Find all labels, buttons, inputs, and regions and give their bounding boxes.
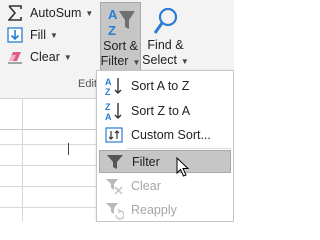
column-separator xyxy=(68,143,69,155)
find-select-label-2: Select ▼ xyxy=(142,53,189,67)
filter-label: Filter xyxy=(132,154,160,169)
menu-item-reapply[interactable]: Reapply xyxy=(99,198,231,221)
excel-editing-screen: AutoSum ▼ Fill ▼ Clear ▼ A Z Sort & Filt… xyxy=(0,0,234,222)
autosum-button[interactable]: AutoSum ▼ xyxy=(6,3,93,23)
custom-sort-icon xyxy=(103,125,125,145)
menu-item-filter[interactable]: Filter xyxy=(99,150,231,173)
fill-button[interactable]: Fill ▼ xyxy=(6,25,58,45)
menu-item-sort-a-to-z[interactable]: A Z Sort A to Z xyxy=(99,74,231,97)
svg-text:Z: Z xyxy=(108,23,116,38)
filter-funnel-icon xyxy=(104,152,126,172)
sort-z-to-a-icon: Z A xyxy=(103,101,125,121)
eraser-icon xyxy=(6,49,24,65)
menu-item-clear[interactable]: Clear xyxy=(99,174,231,197)
magnifier-icon xyxy=(151,4,181,38)
custom-sort-label: Custom Sort... xyxy=(131,127,211,142)
sort-filter-label-1: Sort & xyxy=(103,39,138,53)
mouse-pointer-icon xyxy=(176,156,190,177)
clear-button[interactable]: Clear ▼ xyxy=(6,47,72,67)
svg-text:A: A xyxy=(105,112,112,121)
svg-text:Z: Z xyxy=(105,102,111,112)
clear-filter-label: Clear xyxy=(131,178,161,193)
clear-label: Clear xyxy=(30,50,60,64)
fill-label: Fill xyxy=(30,28,46,42)
find-select-button[interactable]: Find & Select ▼ xyxy=(142,2,189,72)
chevron-down-icon: ▼ xyxy=(63,52,72,62)
reapply-filter-icon xyxy=(103,200,125,220)
sort-z-to-a-label: Sort Z to A xyxy=(131,103,191,118)
sort-filter-label-2: Filter ▼ xyxy=(100,54,141,68)
menu-separator xyxy=(127,148,231,149)
sort-filter-menu: A Z Sort A to Z Z A Sort Z to A Custom S… xyxy=(96,70,234,222)
fill-down-icon xyxy=(6,27,24,43)
menu-item-custom-sort[interactable]: Custom Sort... xyxy=(99,123,231,146)
reapply-filter-label: Reapply xyxy=(131,202,177,217)
sort-a-to-z-icon: A Z xyxy=(103,76,125,96)
menu-item-sort-z-to-a[interactable]: Z A Sort Z to A xyxy=(99,99,231,122)
autosum-label: AutoSum xyxy=(30,6,82,20)
sort-a-to-z-label: Sort A to Z xyxy=(131,78,190,93)
svg-text:Z: Z xyxy=(105,87,111,96)
sigma-icon xyxy=(6,5,24,21)
sort-filter-icon: A Z xyxy=(106,5,136,39)
chevron-down-icon: ▼ xyxy=(49,30,58,40)
clear-filter-icon xyxy=(103,176,125,196)
svg-text:A: A xyxy=(105,77,112,87)
chevron-down-icon: ▼ xyxy=(85,8,94,18)
svg-text:A: A xyxy=(108,7,118,22)
sort-filter-button[interactable]: A Z Sort & Filter ▼ xyxy=(100,2,141,72)
find-select-label-1: Find & xyxy=(147,38,184,52)
